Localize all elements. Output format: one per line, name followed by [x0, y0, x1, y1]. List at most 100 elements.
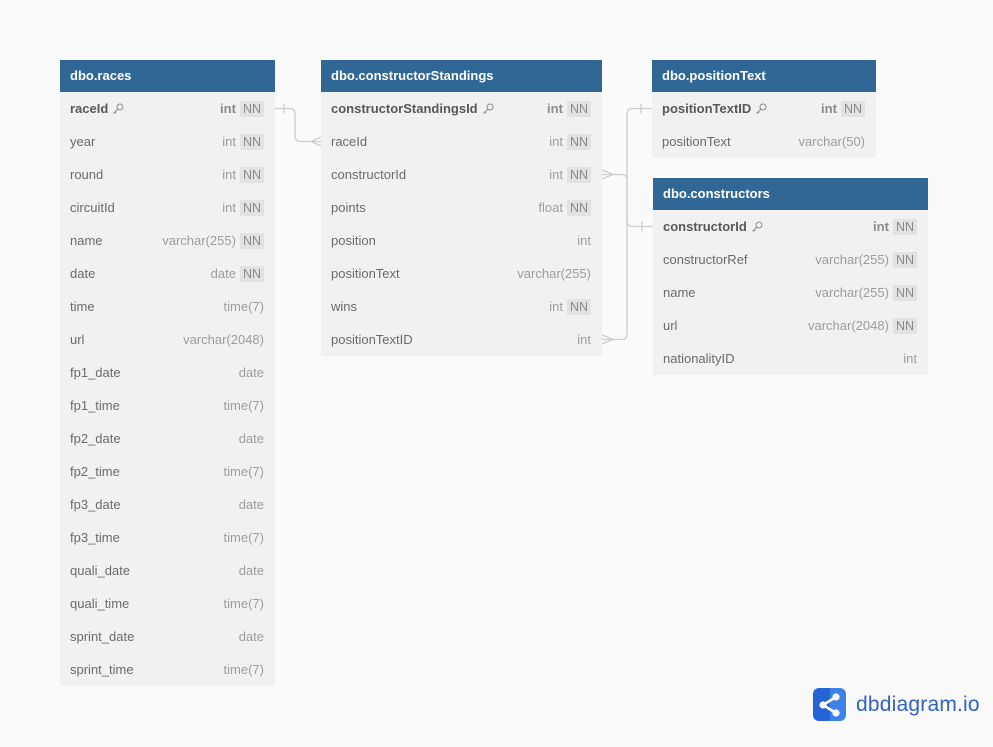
column-row[interactable]: points float NN	[321, 191, 602, 224]
not-null-badge: NN	[566, 166, 591, 183]
column-row[interactable]: circuitId int NN	[60, 191, 275, 224]
column-row[interactable]: positionTextID int NN	[652, 92, 876, 125]
not-null-badge: NN	[840, 100, 865, 117]
column-name: constructorStandingsId	[331, 101, 478, 116]
column-name: fp3_time	[70, 530, 120, 545]
column-name: circuitId	[70, 200, 115, 215]
table-constructorStandings[interactable]: dbo.constructorStandings constructorStan…	[321, 60, 602, 356]
column-name: sprint_date	[70, 629, 135, 644]
column-name: raceId	[331, 134, 368, 149]
column-row[interactable]: positionText varchar(255)	[321, 257, 602, 290]
column-type: int	[549, 167, 563, 182]
column-name: wins	[331, 299, 358, 314]
column-row[interactable]: raceId int NN	[60, 92, 275, 125]
column-type: varchar(50)	[798, 134, 865, 149]
table-races[interactable]: dbo.races raceId int NN year int NN roun…	[60, 60, 275, 686]
column-row[interactable]: fp3_date date	[60, 488, 275, 521]
column-row[interactable]: wins int NN	[321, 290, 602, 323]
column-row[interactable]: date date NN	[60, 257, 275, 290]
not-null-badge: NN	[892, 284, 917, 301]
not-null-badge: NN	[239, 166, 264, 183]
column-type: varchar(255)	[162, 233, 236, 248]
column-row[interactable]: time time(7)	[60, 290, 275, 323]
column-row[interactable]: fp3_time time(7)	[60, 521, 275, 554]
column-type: time(7)	[223, 398, 264, 413]
column-type: int	[549, 299, 563, 314]
column-row[interactable]: position int	[321, 224, 602, 257]
not-null-badge: NN	[239, 100, 264, 117]
relationship-line[interactable]	[602, 107, 652, 341]
column-name: name	[663, 285, 696, 300]
column-name: url	[663, 318, 678, 333]
column-type: int	[873, 219, 889, 234]
column-row[interactable]: fp2_date date	[60, 422, 275, 455]
column-type: int	[222, 167, 236, 182]
column-row[interactable]: url varchar(2048) NN	[653, 309, 928, 342]
column-type: date	[238, 629, 264, 644]
column-row[interactable]: raceId int NN	[321, 125, 602, 158]
column-row[interactable]: positionText varchar(50)	[652, 125, 876, 158]
column-row[interactable]: fp2_time time(7)	[60, 455, 275, 488]
not-null-badge: NN	[239, 232, 264, 249]
column-type: int	[577, 233, 591, 248]
column-row[interactable]: nationalityID int	[653, 342, 928, 375]
column-row[interactable]: constructorId int NN	[321, 158, 602, 191]
column-row[interactable]: quali_date date	[60, 554, 275, 587]
column-name: positionTextID	[331, 332, 413, 347]
column-name: positionTextID	[662, 101, 752, 116]
column-type: varchar(2048)	[808, 318, 889, 333]
table-header[interactable]: dbo.positionText	[652, 60, 876, 92]
column-type: int	[220, 101, 236, 116]
column-row[interactable]: positionTextID int	[321, 323, 602, 356]
table-header[interactable]: dbo.constructorStandings	[321, 60, 602, 92]
column-row[interactable]: sprint_date date	[60, 620, 275, 653]
column-row[interactable]: sprint_time time(7)	[60, 653, 275, 686]
column-name: fp1_time	[70, 398, 120, 413]
column-type: date	[210, 266, 236, 281]
dbdiagram-logo[interactable]: dbdiagram.io	[813, 688, 980, 721]
column-row[interactable]: year int NN	[60, 125, 275, 158]
column-row[interactable]: constructorStandingsId int NN	[321, 92, 602, 125]
column-row[interactable]: name varchar(255) NN	[653, 276, 928, 309]
not-null-badge: NN	[892, 251, 917, 268]
primary-key-icon	[756, 103, 767, 114]
table-constructors[interactable]: dbo.constructors constructorId int NN co…	[653, 178, 928, 375]
column-type: time(7)	[223, 464, 264, 479]
relationship-line[interactable]	[275, 107, 321, 143]
column-name: round	[70, 167, 104, 182]
relationship-positionText-constructorStandings[interactable]	[601, 103, 652, 345]
column-row[interactable]: fp1_date date	[60, 356, 275, 389]
not-null-badge: NN	[566, 133, 591, 150]
column-row[interactable]: constructorRef varchar(255) NN	[653, 243, 928, 276]
column-name: time	[70, 299, 95, 314]
column-type: varchar(2048)	[183, 332, 264, 347]
table-header[interactable]: dbo.races	[60, 60, 275, 92]
relationship-races-constructorStandings[interactable]	[275, 103, 322, 147]
primary-key-icon	[113, 103, 124, 114]
column-row[interactable]: quali_time time(7)	[60, 587, 275, 620]
column-name: nationalityID	[663, 351, 735, 366]
column-type: date	[238, 563, 264, 578]
column-row[interactable]: url varchar(2048)	[60, 323, 275, 356]
column-type: time(7)	[223, 662, 264, 677]
column-type: int	[903, 351, 917, 366]
table-positionText[interactable]: dbo.positionText positionTextID int NN p…	[652, 60, 876, 158]
column-row[interactable]: constructorId int NN	[653, 210, 928, 243]
not-null-badge: NN	[239, 199, 264, 216]
column-row[interactable]: round int NN	[60, 158, 275, 191]
column-row[interactable]: name varchar(255) NN	[60, 224, 275, 257]
column-row[interactable]: fp1_time time(7)	[60, 389, 275, 422]
column-type: varchar(255)	[815, 285, 889, 300]
primary-key-icon	[482, 103, 494, 114]
column-name: quali_time	[70, 596, 130, 611]
column-name: sprint_time	[70, 662, 134, 677]
table-header[interactable]: dbo.constructors	[653, 178, 928, 210]
share-nodes-icon	[813, 688, 846, 721]
column-name: constructorId	[331, 167, 407, 182]
column-type: int	[547, 101, 563, 116]
column-name: quali_date	[70, 563, 130, 578]
column-name: raceId	[70, 101, 109, 116]
column-name: fp3_date	[70, 497, 121, 512]
column-name: position	[331, 233, 376, 248]
column-name: positionText	[662, 134, 731, 149]
